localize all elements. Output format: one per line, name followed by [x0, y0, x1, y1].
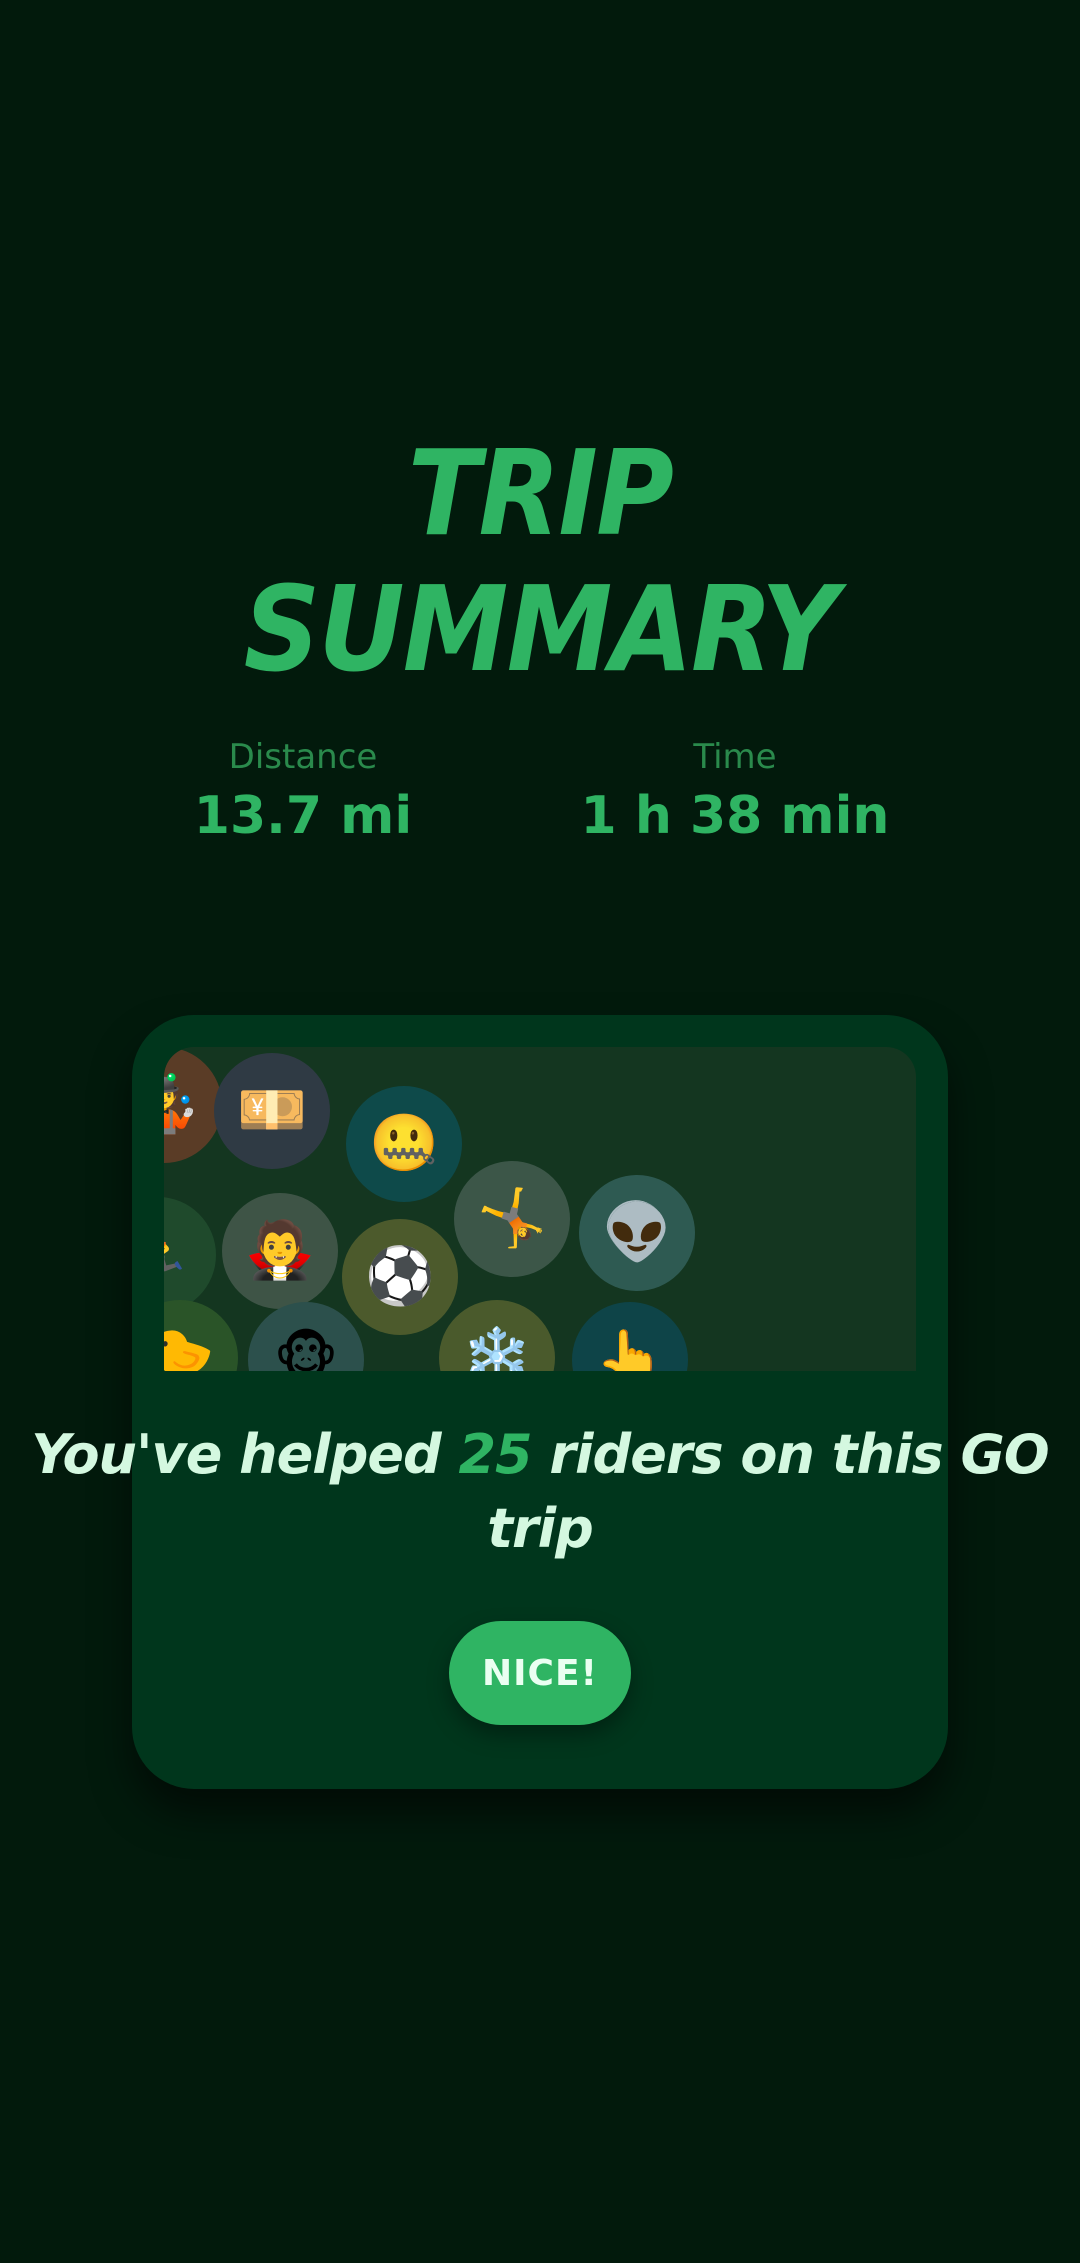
message-prefix: You've helped: [31, 1423, 459, 1486]
soccer-ball-icon: ⚽: [342, 1219, 458, 1335]
snowflake-icon: ❄️: [439, 1300, 555, 1371]
distance-label: Distance: [228, 737, 378, 777]
title-line-2: SUMMARY: [243, 560, 838, 698]
riders-helped-message: You've helped 25 riders on this GO trip: [0, 1418, 1080, 1566]
baby-chick-icon: 🐤: [164, 1300, 238, 1371]
page-title: TRIP SUMMARY: [54, 425, 1026, 697]
zipper-mouth-face-icon: 🤐: [346, 1086, 462, 1202]
money-with-wings-icon: 💴: [214, 1053, 330, 1169]
person-cartwheel-icon: 🤸: [454, 1161, 570, 1277]
rider-avatars-area: 🤹 💴 🤐 🏃 🧛 🤸 👽 ⚽ 🐤 🐵 ❄️ 👆: [164, 1047, 916, 1371]
nice-button[interactable]: NICE!: [449, 1621, 631, 1725]
distance-stat: Distance 13.7 mi: [83, 735, 523, 849]
message-suffix: riders on this GO trip: [487, 1423, 1049, 1560]
person-running-icon: 🏃: [164, 1197, 216, 1313]
title-line-1: TRIP: [407, 424, 674, 562]
time-value: 1 h 38 min: [580, 786, 890, 846]
pointing-hand-icon: 👆: [572, 1302, 688, 1371]
trip-summary-screen: TRIP SUMMARY Distance 13.7 mi Time 1 h 3…: [0, 0, 1080, 2263]
woman-vampire-icon: 🧛: [222, 1193, 338, 1309]
alien-icon: 👽: [579, 1175, 695, 1291]
riders-count: 25: [458, 1423, 532, 1486]
distance-value: 13.7 mi: [193, 786, 413, 846]
monkey-icon: 🐵: [248, 1302, 364, 1371]
time-stat: Time 1 h 38 min: [515, 735, 955, 849]
time-label: Time: [693, 737, 777, 777]
